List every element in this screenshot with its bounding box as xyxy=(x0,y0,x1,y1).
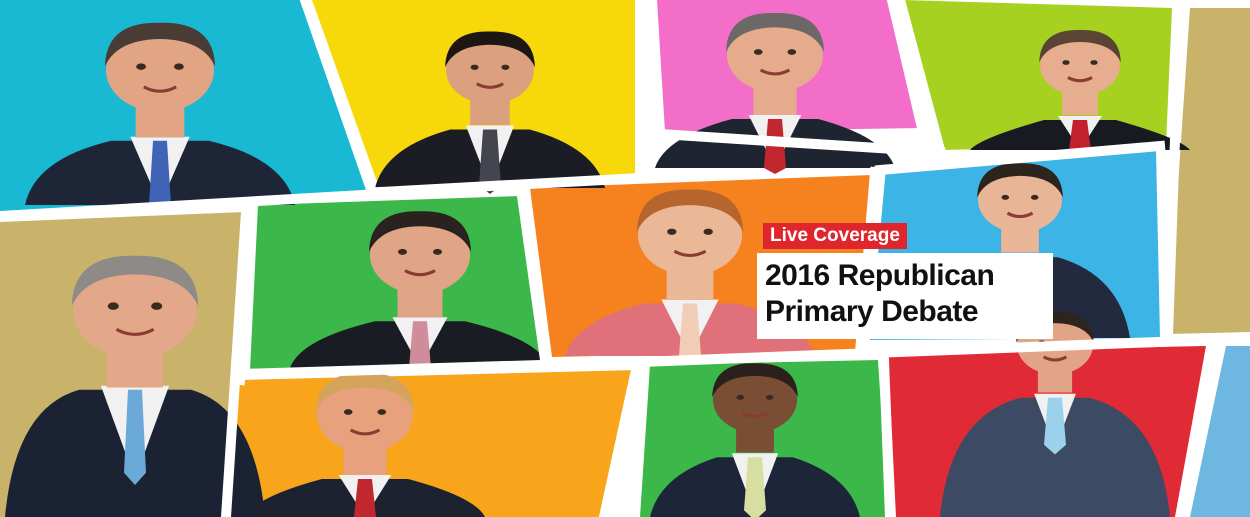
figure-eye-right xyxy=(377,409,387,415)
figure-eye-left xyxy=(398,248,407,255)
figure-eye-left xyxy=(470,64,479,70)
figure-eye-left xyxy=(107,302,119,310)
figure-eye-right xyxy=(174,63,184,70)
headline-card: Live Coverage 2016 Republican Primary De… xyxy=(757,215,1053,339)
figure-eye-right xyxy=(151,302,163,310)
figure-eye-right xyxy=(787,49,797,55)
figure-tie xyxy=(1044,397,1066,455)
live-coverage-badge: Live Coverage xyxy=(763,223,907,249)
candidate-photo-collage xyxy=(0,0,1250,517)
figure-eye-right xyxy=(703,228,713,235)
figure-eye-right xyxy=(1030,194,1039,200)
figure-eye-left xyxy=(1062,60,1070,65)
debate-title-line-2: Primary Debate xyxy=(765,295,979,328)
figure-eye-right xyxy=(765,394,774,400)
figure-eye-right xyxy=(501,64,510,70)
figure-eye-left xyxy=(753,49,763,55)
debate-title-line-1: 2016 Republican xyxy=(765,259,995,292)
debate-collage-banner: Live Coverage 2016 Republican Primary De… xyxy=(0,0,1250,517)
figure-eye-left xyxy=(736,394,745,400)
figure-eye-right xyxy=(433,248,442,255)
debate-title: 2016 Republican Primary Debate xyxy=(757,253,1053,339)
figure-eye-left xyxy=(1001,194,1010,200)
figure-eye-left xyxy=(136,63,146,70)
figure-eye-left xyxy=(667,228,677,235)
panel-gutter-16 xyxy=(878,354,896,517)
figure-eye-right xyxy=(1090,60,1098,65)
figure-eye-left xyxy=(343,409,353,415)
